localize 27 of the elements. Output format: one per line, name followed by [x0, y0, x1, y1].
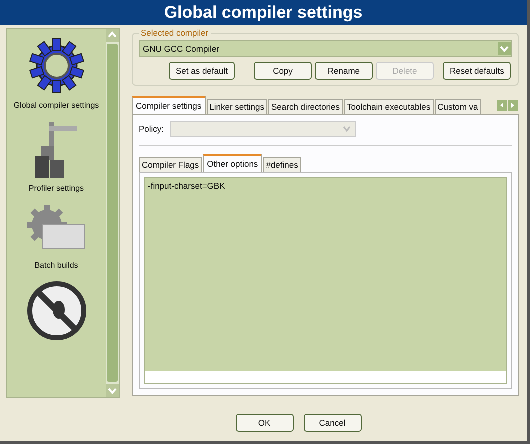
compiler-button[interactable]: Copy — [254, 62, 312, 80]
scroll-up-icon[interactable] — [106, 29, 119, 42]
compiler-button[interactable]: Rename — [314, 62, 373, 80]
group-legend: Selected compiler — [139, 28, 211, 38]
no-bug-icon[interactable] — [26, 280, 88, 340]
compiler-button[interactable]: Reset defaults — [442, 62, 512, 80]
compiler-button[interactable]: Set as default — [169, 62, 235, 80]
dialog-button[interactable]: OK — [236, 414, 294, 432]
sidebar-item-label[interactable]: Profiler settings — [28, 184, 84, 193]
tab[interactable]: Other options — [203, 154, 262, 172]
tab-scroll-arrows-icon[interactable] — [497, 100, 519, 111]
dialog-button[interactable]: Cancel — [304, 414, 362, 432]
tab[interactable]: Compiler settings — [132, 96, 206, 114]
scrollbar[interactable] — [106, 29, 119, 397]
compiler-dropdown[interactable]: GNU GCC Compiler — [139, 40, 512, 57]
sidebar-item-label[interactable]: Global compiler settings — [14, 101, 100, 110]
tab[interactable]: Linker settings — [206, 99, 268, 114]
tab[interactable]: #defines — [263, 157, 302, 172]
sidebar-item-label[interactable]: Batch builds — [34, 261, 78, 270]
tab[interactable]: Toolchain executables — [344, 99, 434, 114]
policy-label: Policy: — [139, 124, 164, 134]
options-text-area[interactable]: -finput-charset=GBK — [144, 177, 507, 384]
window-title: Global compiler settings — [0, 0, 527, 25]
tab[interactable]: Search directories — [268, 99, 343, 114]
tab[interactable]: Custom va — [434, 99, 482, 114]
tab[interactable]: Compiler Flags — [139, 157, 202, 172]
scroll-down-icon[interactable] — [106, 384, 119, 397]
